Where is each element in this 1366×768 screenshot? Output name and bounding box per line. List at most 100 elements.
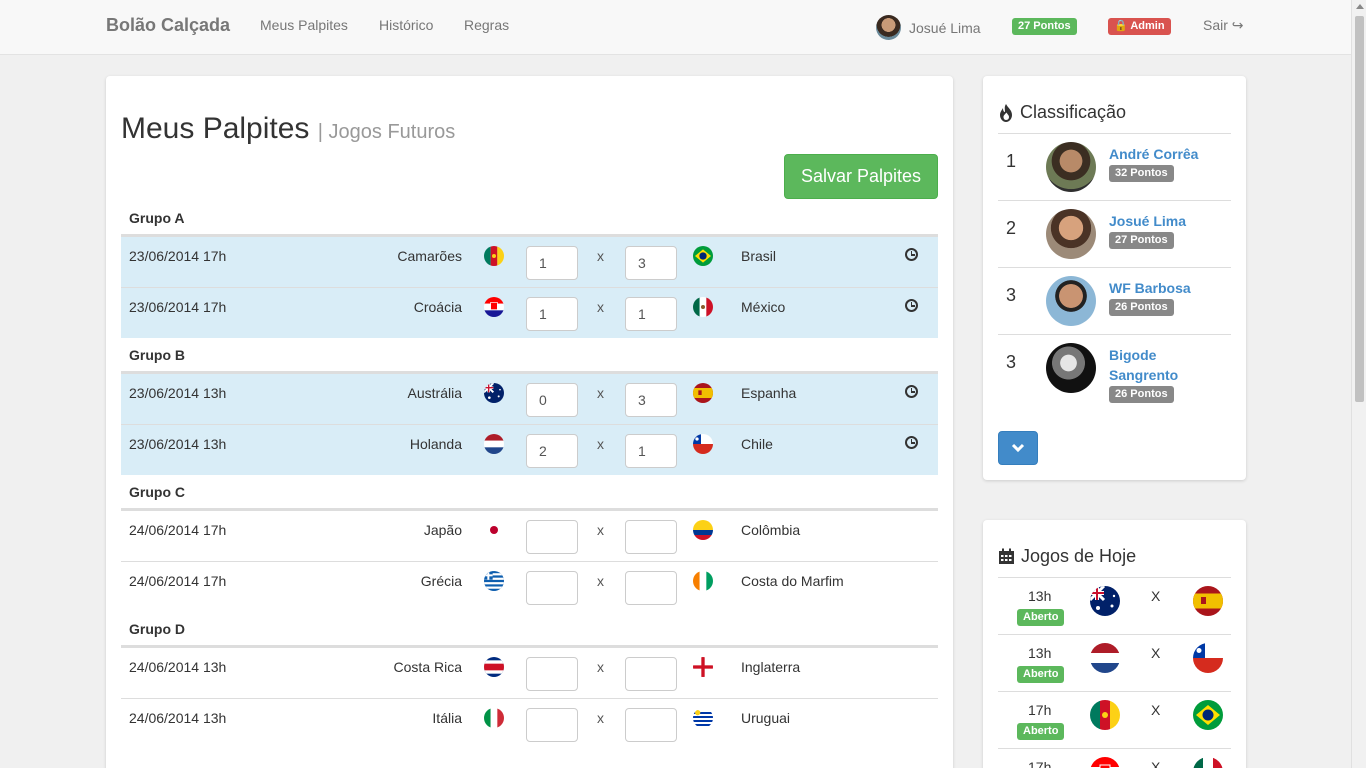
versus-separator: x bbox=[597, 299, 604, 315]
away-score-input[interactable] bbox=[625, 657, 677, 691]
away-team: Uruguai bbox=[741, 710, 791, 726]
flag-japao-icon bbox=[484, 520, 504, 540]
ranking-item: 1 André Corrêa 32 Pontos bbox=[998, 133, 1231, 200]
nav-historico[interactable]: Histórico bbox=[379, 17, 433, 33]
matches-table: Grupo A23/06/2014 17hCamarõesxBrasil23/0… bbox=[121, 201, 938, 749]
versus-separator: X bbox=[1151, 645, 1161, 661]
match-date: 24/06/2014 13h bbox=[129, 659, 227, 675]
points-badge: 27 Pontos bbox=[1012, 18, 1077, 36]
logout-link[interactable]: Sair ↪ bbox=[1203, 17, 1244, 34]
match-row: 23/06/2014 13h Austrália x Espanha bbox=[121, 373, 938, 424]
versus-separator: X bbox=[1151, 588, 1161, 604]
versus-separator: x bbox=[597, 573, 604, 589]
ranking-player-link[interactable]: Bigode Sangrento bbox=[1109, 345, 1224, 385]
flag-espanha-icon bbox=[693, 383, 713, 403]
home-score-input[interactable] bbox=[526, 383, 578, 417]
lock-icon: 🔒 bbox=[1114, 20, 1128, 32]
away-team: Colômbia bbox=[741, 522, 801, 538]
match-date: 24/06/2014 17h bbox=[129, 522, 227, 538]
match-row: 24/06/2014 17h Japão x Colômbia bbox=[121, 510, 938, 561]
flag-croacia-icon bbox=[1090, 757, 1120, 768]
scroll-thumb[interactable] bbox=[1355, 16, 1364, 402]
away-score-input[interactable] bbox=[625, 297, 677, 331]
expand-ranking-button[interactable] bbox=[998, 431, 1038, 465]
home-team: Camarões bbox=[397, 248, 462, 264]
ranking-player-link[interactable]: André Corrêa bbox=[1109, 144, 1224, 164]
rank-position: 2 bbox=[1006, 218, 1017, 238]
ranking-title: Classificação bbox=[998, 102, 1126, 123]
flag-mexico-icon bbox=[1193, 757, 1223, 768]
away-team: México bbox=[741, 299, 786, 315]
today-game: 13h Aberto X bbox=[998, 634, 1231, 691]
ranking-player-link[interactable]: WF Barbosa bbox=[1109, 278, 1224, 298]
away-team: Chile bbox=[741, 436, 773, 452]
match-row: 23/06/2014 17h Croácia x México bbox=[121, 287, 938, 338]
ranking-item: 3 WF Barbosa 26 Pontos bbox=[998, 267, 1231, 334]
group-header: Grupo B bbox=[121, 338, 938, 373]
ranking-list: 1 André Corrêa 32 Pontos 2 Josué Lima 27 Pont… bbox=[998, 133, 1231, 404]
scroll-up-arrow[interactable] bbox=[1356, 4, 1364, 9]
clock-icon bbox=[905, 248, 918, 261]
ranking-player-link[interactable]: Josué Lima bbox=[1109, 211, 1224, 231]
flag-brasil-icon bbox=[1193, 700, 1223, 730]
home-score-input[interactable] bbox=[526, 571, 578, 605]
today-game: 17h X bbox=[998, 748, 1231, 768]
game-time: 13h bbox=[1028, 588, 1052, 604]
match-row: 24/06/2014 17h Grécia x Costa do Marfim bbox=[121, 561, 938, 612]
flag-brasil-icon bbox=[693, 246, 713, 266]
home-team: Austrália bbox=[407, 385, 462, 401]
rank-position: 3 bbox=[1006, 352, 1017, 372]
away-team: Costa do Marfim bbox=[741, 573, 844, 589]
away-score-input[interactable] bbox=[625, 246, 677, 280]
home-score-input[interactable] bbox=[526, 434, 578, 468]
home-score-input[interactable] bbox=[526, 520, 578, 554]
brand-logo[interactable]: Bolão Calçada bbox=[106, 15, 230, 36]
away-team: Brasil bbox=[741, 248, 777, 264]
home-team: Costa Rica bbox=[393, 659, 462, 675]
match-row: 24/06/2014 13h Itália x Uruguai bbox=[121, 698, 938, 749]
save-predictions-button[interactable]: Salvar Palpites bbox=[784, 154, 938, 199]
today-title: Jogos de Hoje bbox=[998, 546, 1136, 567]
versus-separator: x bbox=[597, 436, 604, 452]
flag-australia-icon bbox=[1090, 586, 1120, 616]
away-score-input[interactable] bbox=[625, 571, 677, 605]
home-score-input[interactable] bbox=[526, 246, 578, 280]
flag-grecia-icon bbox=[484, 571, 504, 591]
match-date: 23/06/2014 13h bbox=[129, 436, 227, 452]
avatar bbox=[876, 15, 901, 40]
home-score-input[interactable] bbox=[526, 657, 578, 691]
page-subtitle: | Jogos Futuros bbox=[317, 121, 456, 143]
flag-chile-icon bbox=[693, 434, 713, 454]
user-menu[interactable]: Josué Lima bbox=[876, 15, 981, 40]
away-score-input[interactable] bbox=[625, 434, 677, 468]
avatar bbox=[1046, 343, 1096, 393]
scrollbar[interactable] bbox=[1351, 0, 1366, 768]
match-date: 23/06/2014 17h bbox=[129, 248, 227, 264]
rank-position: 1 bbox=[1006, 151, 1017, 171]
main-panel: Meus Palpites | Jogos Futuros Salvar Pal… bbox=[106, 76, 953, 768]
home-score-input[interactable] bbox=[526, 297, 578, 331]
away-score-input[interactable] bbox=[625, 383, 677, 417]
points-badge: 26 Pontos bbox=[1109, 386, 1174, 404]
away-score-input[interactable] bbox=[625, 708, 677, 742]
page-title: Meus Palpites | Jogos Futuros bbox=[121, 112, 455, 146]
flag-costa-do-marfim-icon bbox=[693, 571, 713, 591]
flag-italia-icon bbox=[484, 708, 504, 728]
avatar bbox=[1046, 276, 1096, 326]
group-header: Grupo D bbox=[121, 612, 938, 647]
today-game: 13h Aberto X bbox=[998, 577, 1231, 634]
nav-regras[interactable]: Regras bbox=[464, 17, 509, 33]
versus-separator: X bbox=[1151, 702, 1161, 718]
versus-separator: x bbox=[597, 522, 604, 538]
away-score-input[interactable] bbox=[625, 520, 677, 554]
flag-australia-icon bbox=[484, 383, 504, 403]
home-score-input[interactable] bbox=[526, 708, 578, 742]
nav-meus-palpites[interactable]: Meus Palpites bbox=[260, 17, 348, 33]
admin-badge[interactable]: 🔒 Admin bbox=[1108, 18, 1171, 36]
home-team: Croácia bbox=[413, 299, 462, 315]
flag-holanda-icon bbox=[484, 434, 504, 454]
ranking-item: 2 Josué Lima 27 Pontos bbox=[998, 200, 1231, 267]
clock-icon bbox=[905, 436, 918, 449]
home-team: Grécia bbox=[420, 573, 462, 589]
home-team: Japão bbox=[423, 522, 462, 538]
